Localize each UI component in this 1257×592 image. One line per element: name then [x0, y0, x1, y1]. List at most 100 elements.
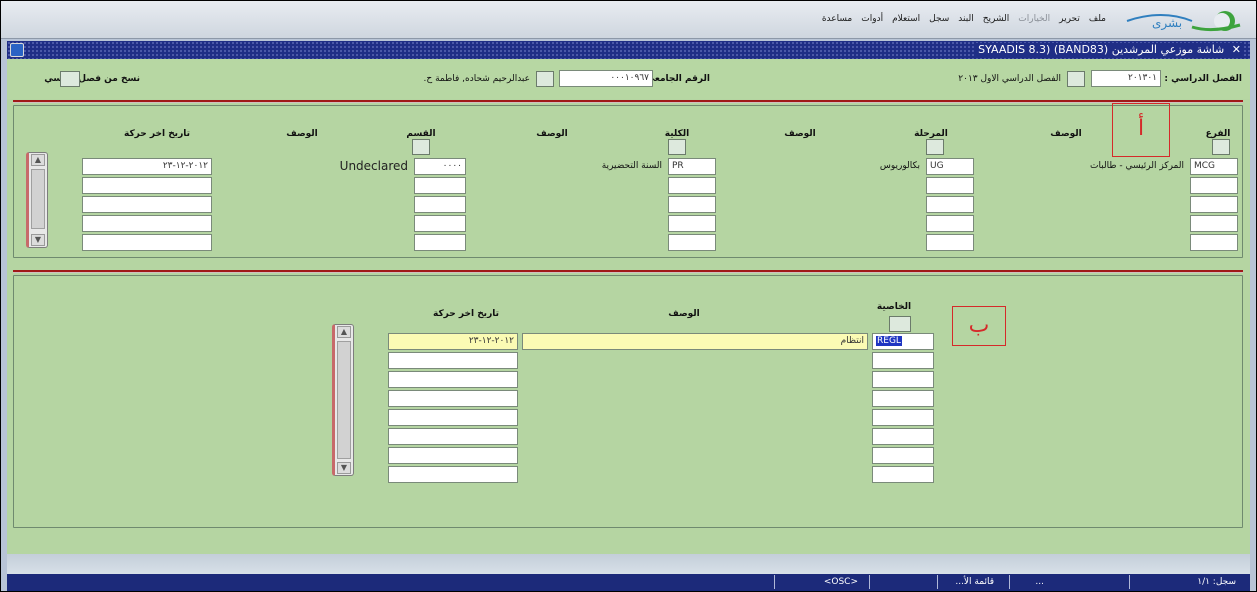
attribute-field[interactable]	[872, 466, 934, 483]
scroll-thumb[interactable]	[31, 169, 45, 229]
attr-last-activity-field[interactable]	[388, 428, 518, 445]
lower-scrollbar[interactable]: ▲ ▼	[332, 324, 354, 476]
advisor-assignment-panel: الفرع الوصف المرحلة الوصف الكلية الوصف ا…	[13, 103, 1243, 258]
college-field[interactable]	[668, 196, 716, 213]
attr-last-activity-field[interactable]	[388, 409, 518, 426]
attr-last-activity-field[interactable]	[388, 390, 518, 407]
dept-desc: Undeclared	[339, 159, 408, 173]
branch-checkbox[interactable]	[1212, 139, 1230, 155]
student-id-input[interactable]: ٠٠٠١٠٩٦٧	[559, 70, 653, 87]
key-block: الفصل الدراسي : ٢٠١٣٠١ الفصل الدراسي الا…	[7, 59, 1250, 99]
level-checkbox[interactable]	[926, 139, 944, 155]
list-of-values-indicator: قائمة الأ...	[955, 577, 994, 587]
term-description: الفصل الدراسي الاول ٢٠١٣	[958, 74, 1061, 84]
menu-file[interactable]: ملف	[1089, 14, 1106, 30]
term-lov-button[interactable]	[1067, 71, 1085, 87]
attribute-field[interactable]	[872, 352, 934, 369]
college-checkbox[interactable]	[668, 139, 686, 155]
attr-last-activity-field[interactable]	[388, 371, 518, 388]
scroll-thumb[interactable]	[337, 341, 351, 459]
attribute-field[interactable]	[872, 428, 934, 445]
col-level: المرحلة	[914, 129, 948, 139]
menu-item[interactable]: البند	[958, 14, 973, 30]
level-field[interactable]	[926, 215, 974, 232]
copy-term-checkbox[interactable]	[60, 71, 80, 87]
attribute-field[interactable]	[872, 390, 934, 407]
student-id-lov-button[interactable]	[536, 71, 554, 87]
scroll-down-arrow-icon[interactable]: ▼	[337, 462, 351, 474]
branch-field[interactable]	[1190, 215, 1238, 232]
col-dept: القسم	[406, 129, 436, 139]
branch-field[interactable]: MCG	[1190, 158, 1238, 175]
window-title: شاشة موزعي المرشدين (BAND83) (SYAADIS 8.…	[978, 43, 1225, 56]
col-attr-last-activity: تاريخ اخر حركة	[432, 309, 500, 319]
branch-desc: المركز الرئيسي - طالبات	[1089, 161, 1184, 171]
last-activity-field[interactable]: ٢٠١٢-١٢-٢٣	[82, 158, 212, 175]
annotation-callout-a: أ	[1112, 103, 1170, 157]
attribute-field[interactable]	[872, 371, 934, 388]
record-counter: سجل: ١/١	[1197, 577, 1236, 587]
term-label: الفصل الدراسي :	[1164, 74, 1242, 84]
close-icon[interactable]: ✕	[1232, 43, 1241, 56]
attribute-checkbox[interactable]	[889, 316, 911, 332]
attribute-field[interactable]	[872, 409, 934, 426]
dept-field[interactable]	[414, 177, 466, 194]
menu-bar: ملف تحرير الخيارات الشريح البند سجل استع…	[822, 14, 1106, 30]
col-attribute: الخاصية	[876, 302, 912, 312]
college-field[interactable]	[668, 177, 716, 194]
term-input[interactable]: ٢٠١٣٠١	[1091, 70, 1161, 87]
attr-last-activity-field[interactable]	[388, 447, 518, 464]
branch-field[interactable]	[1190, 177, 1238, 194]
attr-last-activity-field[interactable]	[388, 352, 518, 369]
window-title-wrap: ✕ شاشة موزعي المرشدين (BAND83) (SYAADIS …	[975, 43, 1244, 56]
menu-tools[interactable]: أدوات	[861, 14, 883, 30]
app-window-icon	[10, 43, 24, 57]
col-dept-desc: الوصف	[286, 129, 318, 139]
dept-field[interactable]	[414, 215, 466, 232]
college-field[interactable]	[668, 215, 716, 232]
scroll-up-arrow-icon[interactable]: ▲	[337, 326, 351, 338]
annotation-callout-b: ب	[952, 306, 1006, 346]
last-activity-field[interactable]	[82, 234, 212, 251]
branch-field[interactable]	[1190, 234, 1238, 251]
dept-field[interactable]	[414, 196, 466, 213]
last-activity-field[interactable]	[82, 215, 212, 232]
menu-options[interactable]: الخيارات	[1018, 14, 1050, 30]
dept-field[interactable]: ٠٠٠٠	[414, 158, 466, 175]
dept-checkbox[interactable]	[412, 139, 430, 155]
selected-text: REGL	[876, 336, 902, 346]
col-attribute-desc: الوصف	[668, 309, 700, 319]
form-canvas: الفصل الدراسي : ٢٠١٣٠١ الفصل الدراسي الا…	[7, 59, 1250, 554]
menu-record[interactable]: سجل	[929, 14, 949, 30]
top-bar: ملف تحرير الخيارات الشريح البند سجل استع…	[1, 1, 1256, 39]
menu-edit[interactable]: تحرير	[1059, 14, 1080, 30]
divider-line-1	[13, 100, 1243, 103]
scroll-up-arrow-icon[interactable]: ▲	[31, 154, 45, 166]
attribute-field[interactable]	[872, 447, 934, 464]
last-activity-field[interactable]	[82, 196, 212, 213]
menu-help[interactable]: مساعدة	[822, 14, 852, 30]
menu-query[interactable]: استعلام	[892, 14, 920, 30]
dept-field[interactable]	[414, 234, 466, 251]
menu-block[interactable]: الشريح	[983, 14, 1010, 30]
attribute-panel: الخاصية الوصف تاريخ اخر حركة ب REGL انتظ…	[13, 275, 1243, 528]
last-activity-field[interactable]	[82, 177, 212, 194]
scroll-down-arrow-icon[interactable]: ▼	[31, 234, 45, 246]
college-field[interactable]: PR	[668, 158, 716, 175]
attr-last-activity-field[interactable]	[388, 466, 518, 483]
student-name: عبدالرحيم شحاده, فاطمة ح.	[423, 74, 530, 84]
col-branch: الفرع	[1205, 129, 1231, 139]
level-field[interactable]: UG	[926, 158, 974, 175]
level-field[interactable]	[926, 196, 974, 213]
college-field[interactable]	[668, 234, 716, 251]
status-separator	[1129, 575, 1130, 589]
branch-field[interactable]	[1190, 196, 1238, 213]
upper-scrollbar[interactable]: ▲ ▼	[26, 152, 48, 248]
level-field[interactable]	[926, 177, 974, 194]
attribute-field[interactable]: REGL	[872, 333, 934, 350]
status-bar: سجل: ١/١ ... قائمة الأ... <OSC>	[7, 574, 1250, 591]
window-title-bar[interactable]: ✕ شاشة موزعي المرشدين (BAND83) (SYAADIS …	[7, 41, 1250, 59]
attr-last-activity-field[interactable]: ٢٠١٢-١٢-٢٣	[388, 333, 518, 350]
level-field[interactable]	[926, 234, 974, 251]
col-college-desc: الوصف	[536, 129, 568, 139]
